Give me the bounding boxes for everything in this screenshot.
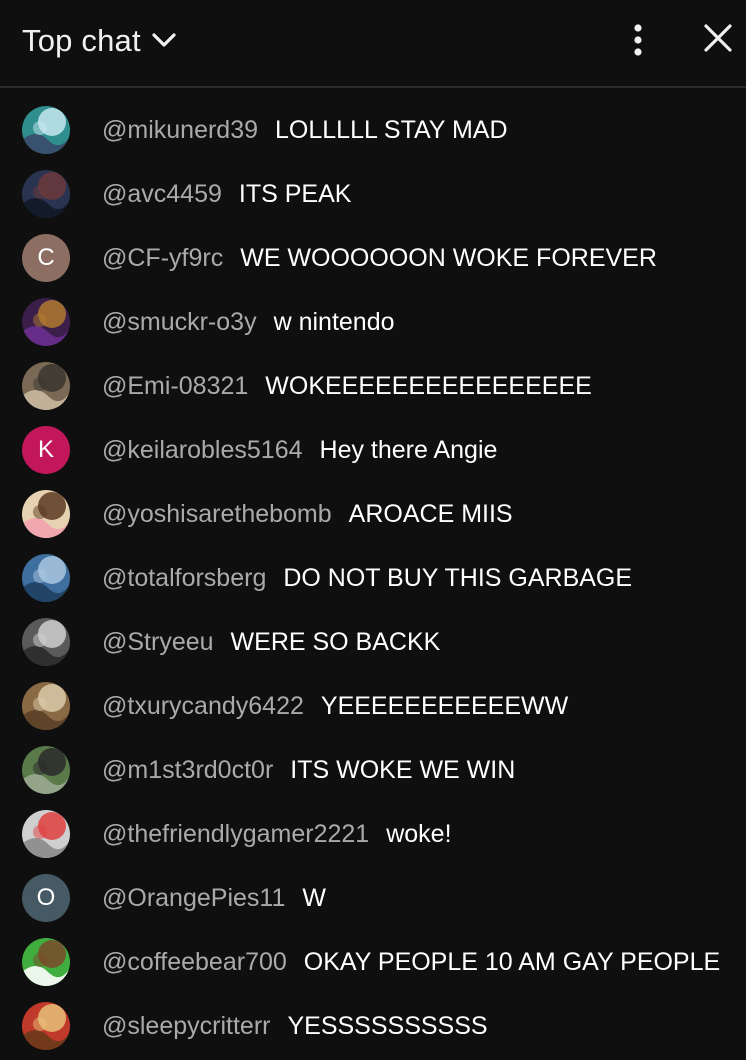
avatar[interactable] — [22, 618, 70, 666]
author-name[interactable]: @sleepycritterr — [102, 1012, 270, 1041]
message-text: WE WOOOOOON WOKE FOREVER — [240, 243, 657, 272]
chat-message[interactable]: @totalforsberg DO NOT BUY THIS GARBAGE — [0, 546, 746, 610]
chat-message[interactable]: K @keilarobles5164 Hey there Angie — [0, 418, 746, 482]
chevron-down-icon — [149, 26, 179, 56]
avatar[interactable] — [22, 554, 70, 602]
message-text: woke! — [386, 819, 452, 848]
author-name[interactable]: @Stryeeu — [102, 628, 214, 657]
message-line: @Stryeeu WERE SO BACKK — [102, 610, 440, 674]
close-chat-button[interactable] — [696, 18, 740, 62]
message-line: @OrangePies11 W — [102, 866, 326, 930]
chat-message[interactable]: O @OrangePies11 W — [0, 866, 746, 930]
avatar[interactable] — [22, 746, 70, 794]
chat-header: Top chat — [0, 0, 746, 88]
avatar[interactable] — [22, 490, 70, 538]
chat-message-list: @mikunerd39 LOLLLLL STAY MAD @avc4459 ITS P… — [0, 98, 746, 1058]
close-icon — [703, 23, 733, 58]
chat-mode-label: Top chat — [22, 23, 141, 58]
message-text: w nintendo — [273, 307, 395, 336]
message-text: WOKEEEEEEEEEEEEEEEE — [265, 371, 592, 400]
author-name[interactable]: @yoshisarethebomb — [102, 500, 332, 529]
message-text: OKAY PEOPLE 10 AM GAY PEOPLE — [303, 947, 721, 976]
message-text: DO NOT BUY THIS GARBAGE — [283, 563, 633, 592]
avatar[interactable] — [22, 938, 70, 986]
avatar[interactable] — [22, 170, 70, 218]
author-name[interactable]: @smuckr-o3y — [102, 308, 257, 337]
author-name[interactable]: @avc4459 — [102, 180, 222, 209]
avatar[interactable]: C — [22, 234, 70, 282]
message-line: @CF-yf9rc WE WOOOOOON WOKE FOREVER — [102, 226, 657, 290]
chat-mode-dropdown[interactable]: Top chat — [22, 20, 179, 62]
avatar[interactable] — [22, 682, 70, 730]
chat-message[interactable]: @Stryeeu WERE SO BACKK — [0, 610, 746, 674]
author-name[interactable]: @totalforsberg — [102, 564, 266, 593]
chat-message[interactable]: @mikunerd39 LOLLLLL STAY MAD — [0, 98, 746, 162]
message-line: @mikunerd39 LOLLLLL STAY MAD — [102, 98, 508, 162]
message-line: @avc4459 ITS PEAK — [102, 162, 351, 226]
chat-message[interactable]: C @CF-yf9rc WE WOOOOOON WOKE FOREVER — [0, 226, 746, 290]
avatar-letter: O — [36, 884, 56, 911]
message-line: @smuckr-o3y w nintendo — [102, 290, 395, 354]
chat-message[interactable]: @txurycandy6422 YEEEEEEEEEEEWW — [0, 674, 746, 738]
avatar-letter: C — [37, 244, 55, 271]
chat-message[interactable]: @Emi-08321 WOKEEEEEEEEEEEEEEEE — [0, 354, 746, 418]
chat-message[interactable]: @thefriendlygamer2221 woke! — [0, 802, 746, 866]
avatar[interactable] — [22, 298, 70, 346]
message-line: @totalforsberg DO NOT BUY THIS GARBAGE — [102, 546, 632, 610]
more-vert-icon — [633, 23, 643, 62]
chat-message[interactable]: @avc4459 ITS PEAK — [0, 162, 746, 226]
chat-message[interactable]: @smuckr-o3y w nintendo — [0, 290, 746, 354]
chat-message[interactable]: @coffeebear700 OKAY PEOPLE 10 AM GAY PEOP… — [0, 930, 746, 994]
message-line: @thefriendlygamer2221 woke! — [102, 802, 452, 866]
author-name[interactable]: @Emi-08321 — [102, 372, 248, 401]
author-name[interactable]: @txurycandy6422 — [102, 692, 304, 721]
avatar[interactable] — [22, 106, 70, 154]
message-text: ITS PEAK — [238, 179, 352, 208]
more-options-button[interactable] — [620, 20, 656, 64]
message-line: @sleepycritterr YESSSSSSSSSS — [102, 994, 488, 1058]
avatar[interactable] — [22, 810, 70, 858]
avatar[interactable]: O — [22, 874, 70, 922]
author-name[interactable]: @thefriendlygamer2221 — [102, 820, 369, 849]
message-line: @keilarobles5164 Hey there Angie — [102, 418, 497, 482]
message-line: @Emi-08321 WOKEEEEEEEEEEEEEEEE — [102, 354, 592, 418]
author-name[interactable]: @keilarobles5164 — [102, 436, 303, 465]
chat-message[interactable]: @sleepycritterr YESSSSSSSSSS — [0, 994, 746, 1058]
author-name[interactable]: @m1st3rd0ct0r — [102, 756, 273, 785]
message-line: @m1st3rd0ct0r ITS WOKE WE WIN — [102, 738, 515, 802]
message-text: YESSSSSSSSSS — [287, 1011, 488, 1040]
avatar-letter: K — [37, 436, 54, 463]
message-text: ITS WOKE WE WIN — [290, 755, 516, 784]
chat-message[interactable]: @m1st3rd0ct0r ITS WOKE WE WIN — [0, 738, 746, 802]
message-text: WERE SO BACKK — [230, 627, 441, 656]
message-text: Hey there Angie — [319, 435, 498, 464]
author-name[interactable]: @OrangePies11 — [102, 884, 285, 913]
author-name[interactable]: @CF-yf9rc — [102, 244, 223, 273]
message-text: YEEEEEEEEEEEWW — [320, 691, 569, 720]
author-name[interactable]: @mikunerd39 — [102, 116, 258, 145]
message-line: @yoshisarethebomb AROACE MIIS — [102, 482, 513, 546]
message-line: @coffeebear700 OKAY PEOPLE 10 AM GAY PEOP… — [102, 930, 720, 994]
message-line: @txurycandy6422 YEEEEEEEEEEEWW — [102, 674, 568, 738]
avatar[interactable]: K — [22, 426, 70, 474]
message-text: LOLLLLL STAY MAD — [275, 115, 508, 144]
message-text: AROACE MIIS — [348, 499, 513, 528]
avatar[interactable] — [22, 362, 70, 410]
chat-message[interactable]: @yoshisarethebomb AROACE MIIS — [0, 482, 746, 546]
avatar[interactable] — [22, 1002, 70, 1050]
author-name[interactable]: @coffeebear700 — [102, 948, 287, 977]
message-text: W — [302, 883, 326, 912]
